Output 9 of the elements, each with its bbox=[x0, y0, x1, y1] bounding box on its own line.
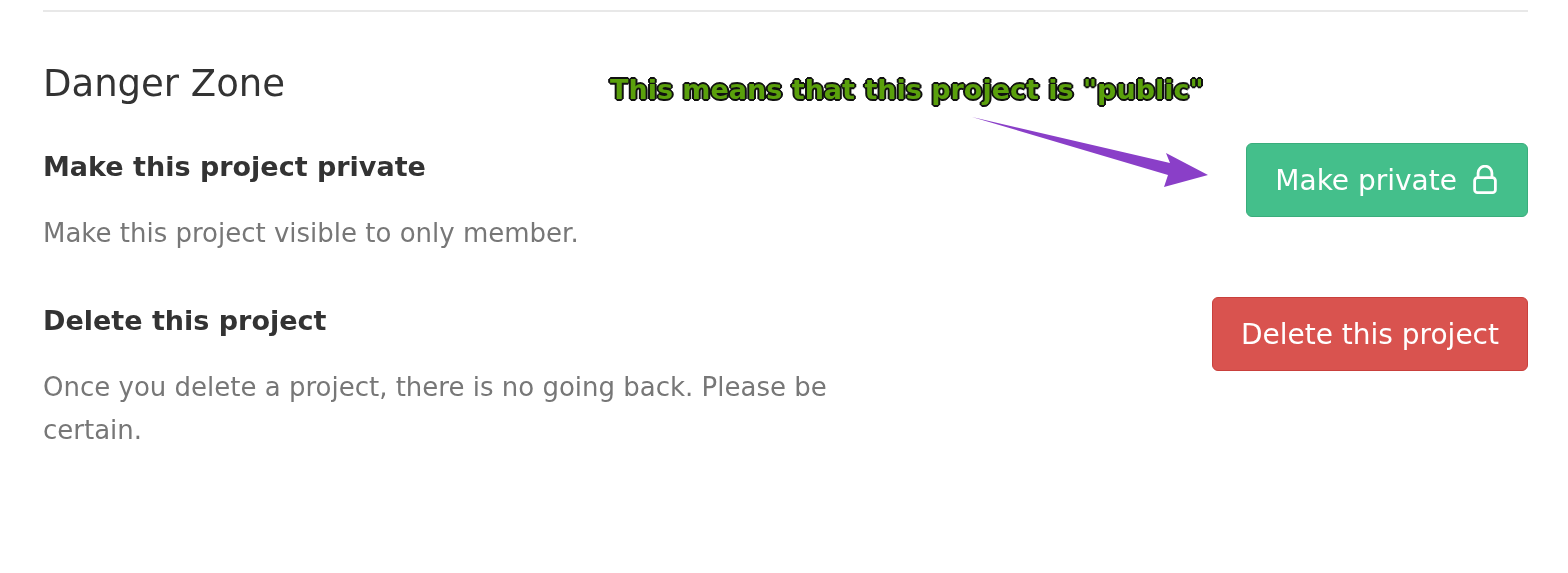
delete-button[interactable]: Delete this project bbox=[1211, 297, 1528, 371]
setting-description: Make this project visible to only member. bbox=[43, 217, 580, 250]
lock-icon bbox=[1471, 165, 1499, 195]
setting-heading: Delete this project bbox=[43, 305, 328, 336]
setting-heading: Make this project private bbox=[43, 151, 427, 182]
section-title: Danger Zone bbox=[43, 62, 286, 105]
annotation-text: This means that this project is "public" bbox=[610, 74, 1204, 105]
make-private-button[interactable]: Make private bbox=[1246, 143, 1528, 217]
setting-description: Once you delete a project, there is no going back. Please be certain. bbox=[43, 371, 828, 447]
